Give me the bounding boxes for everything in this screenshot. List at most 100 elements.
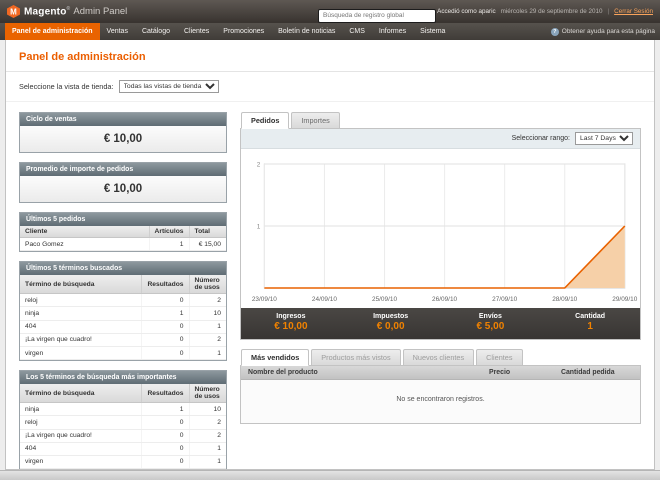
cell: ¡La virgen que cuadro! (20, 429, 143, 443)
window-footer (0, 470, 660, 480)
range-select[interactable]: Last 7 Days (575, 132, 633, 145)
last-orders-box: Últimos 5 pedidos Cliente Artículos Tota… (19, 212, 227, 253)
last-orders-table: Cliente Artículos Total Paco Gomez 1 € 1… (20, 226, 226, 252)
dashboard: Ciclo de ventas € 10,00 Promedio de impo… (6, 102, 654, 469)
nav-item-sales[interactable]: Ventas (100, 23, 135, 40)
global-search (318, 4, 436, 23)
grid-tabs: Más vendidos Productos más vistos Nuevos… (240, 349, 641, 366)
table-row[interactable]: Paco Gomez 1 € 15,00 (20, 237, 226, 252)
header-bar: M Magento® Admin Panel Accedió como apar… (0, 0, 660, 23)
stats-band: Ingresos € 10,00 Impuestos € 0,00 Envíos… (241, 308, 640, 339)
table-header-row: Cliente Artículos Total (20, 226, 226, 238)
table-row[interactable]: ninja 1 10 (20, 402, 226, 417)
page-title: Panel de administración (6, 40, 654, 72)
last-search-terms-table: Término de búsqueda Resultados Número de… (20, 275, 226, 361)
bestsellers-panel: Nombre del producto Precio Cantidad pedi… (240, 365, 641, 424)
col-header: Total (189, 226, 226, 238)
col-header: Número de usos (189, 384, 226, 404)
nav-item-dashboard[interactable]: Panel de administración (5, 23, 100, 40)
main-nav: Panel de administración Ventas Catálogo … (0, 23, 660, 40)
cell: reloj (20, 293, 143, 308)
logged-in-user: Accedió como aparic (437, 8, 496, 15)
store-view-select[interactable]: Todas las vistas de tienda (118, 80, 219, 93)
average-orders-title: Promedio de importe de pedidos (20, 163, 226, 176)
cell: 1 (189, 455, 226, 469)
tab-most-viewed[interactable]: Productos más vistos (311, 349, 401, 366)
stat-value: € 5,00 (476, 321, 505, 332)
nav-item-newsletter[interactable]: Boletín de noticias (271, 23, 342, 40)
svg-text:24/09/10: 24/09/10 (312, 296, 338, 303)
col-header: Precio (482, 366, 554, 380)
orders-area-chart: 23/09/10 24/09/10 25/09/10 26/09/10 27/09/10… (252, 162, 638, 303)
svg-text:2: 2 (257, 162, 261, 169)
col-header: Resultados (141, 275, 190, 295)
orders-chart: 23/09/10 24/09/10 25/09/10 26/09/10 27/09/10… (241, 149, 640, 308)
average-orders-value: € 10,00 (20, 176, 226, 202)
cell: 0 (141, 442, 190, 456)
cell: reloj (20, 415, 143, 430)
stat-value: € 0,00 (376, 321, 405, 332)
cell: 2 (189, 333, 226, 347)
dashboard-main-column: Pedidos Importes Seleccionar rango: Last… (240, 112, 641, 469)
empty-message: No se encontraron registros. (241, 379, 640, 423)
tab-orders[interactable]: Pedidos (241, 112, 290, 129)
cell: 2 (189, 415, 226, 430)
last-search-terms-box: Últimos 5 términos buscados Término de b… (19, 261, 227, 362)
table-row[interactable]: virgen 0 1 (20, 455, 226, 469)
cell: 1 (189, 346, 226, 361)
bestsellers-table: Nombre del producto Precio Cantidad pedi… (241, 366, 640, 423)
table-header-row: Término de búsqueda Resultados Número de… (20, 275, 226, 295)
table-row[interactable]: ninja 1 10 (20, 306, 226, 321)
tab-customers[interactable]: Clientes (476, 349, 523, 366)
table-header-row: Nombre del producto Precio Cantidad pedi… (241, 366, 640, 380)
stat-label: Envíos (478, 313, 502, 320)
svg-text:28/09/10: 28/09/10 (552, 296, 578, 303)
cell: ¡La virgen que cuadro! (20, 333, 143, 347)
logout-link[interactable]: Cerrar Sesión (614, 8, 653, 15)
page-help-link[interactable]: ? Obtener ayuda para esta página (550, 23, 655, 40)
col-header: Nombre del producto (241, 366, 482, 380)
svg-text:23/09/10: 23/09/10 (252, 296, 278, 303)
lifetime-sales-value: € 10,00 (20, 126, 226, 152)
cell: 0 (141, 346, 190, 361)
orders-panel: Seleccionar rango: Last 7 Days 23/09/10 2… (240, 128, 641, 340)
table-row[interactable]: reloj 0 2 (20, 293, 226, 308)
stat-quantity: Cantidad 1 (540, 313, 640, 332)
table-row[interactable]: virgen 0 1 (20, 346, 226, 361)
registered-mark: ® (66, 5, 71, 12)
cell: Paco Gomez (20, 237, 150, 252)
empty-row: No se encontraron registros. (241, 379, 640, 423)
nav-item-cms[interactable]: CMS (342, 23, 372, 40)
tab-amounts[interactable]: Importes (291, 112, 340, 129)
nav-item-catalog[interactable]: Catálogo (135, 23, 177, 40)
table-row[interactable]: 404 0 1 (20, 320, 226, 334)
cell: 0 (141, 455, 190, 469)
cell: 2 (189, 293, 226, 308)
table-row[interactable]: 404 0 1 (20, 442, 226, 456)
col-header: Cliente (20, 226, 150, 238)
col-header: Término de búsqueda (20, 275, 143, 295)
global-search-input[interactable] (318, 8, 436, 23)
nav-item-reports[interactable]: Informes (372, 23, 413, 40)
nav-item-customers[interactable]: Clientes (177, 23, 216, 40)
top-search-terms-table: Término de búsqueda Resultados Número de… (20, 384, 226, 469)
cell: 1 (189, 442, 226, 456)
cell: 1 (189, 320, 226, 334)
cell: 0 (141, 415, 190, 430)
cell: 0 (141, 320, 190, 334)
chart-tabs: Pedidos Importes (240, 112, 641, 129)
cell: ninja (20, 306, 143, 321)
table-row[interactable]: ¡La virgen que cuadro! 0 2 (20, 429, 226, 443)
nav-item-system[interactable]: Sistema (413, 23, 452, 40)
table-row[interactable]: ¡La virgen que cuadro! 0 2 (20, 333, 226, 347)
header-user-area: Accedió como aparic miércoles 29 de sept… (437, 8, 653, 15)
nav-item-promotions[interactable]: Promociones (216, 23, 271, 40)
last-search-terms-title: Últimos 5 términos buscados (20, 262, 226, 276)
table-row[interactable]: reloj 0 2 (20, 415, 226, 430)
stat-shipping: Envíos € 5,00 (441, 313, 541, 332)
magento-logo-icon: M (7, 5, 20, 18)
tab-bestsellers[interactable]: Más vendidos (241, 349, 310, 366)
store-view-row: Seleccione la vista de tienda: Todas las… (6, 72, 654, 102)
cell: 10 (189, 306, 226, 321)
tab-new-customers[interactable]: Nuevos clientes (402, 349, 475, 366)
